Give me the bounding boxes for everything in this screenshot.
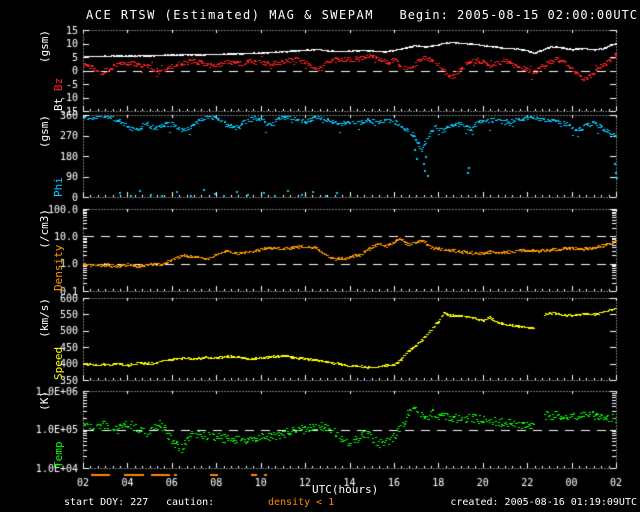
ylabel-bt-bz: Bt Bz: [52, 30, 65, 111]
ylabel-phi: Phi: [52, 115, 65, 197]
ylabel-speed-text: Speed: [52, 346, 65, 380]
caution-value: density < 1: [268, 497, 335, 508]
ylabel-density-text: Density: [52, 244, 65, 291]
caution-label: caution:: [166, 497, 215, 508]
created-timestamp: created: 2005-08-16 01:19:09UTC: [450, 497, 637, 508]
start-doy-label: start DOY: 227: [64, 497, 149, 508]
begin-timestamp: Begin: 2005-08-15 02:00:00UTC: [399, 8, 638, 22]
ylabel-phi-unit: (gsm): [38, 115, 51, 149]
ylabel-bt-bz-unit: (gsm): [38, 30, 51, 64]
ylabel-bz: Bz: [52, 77, 65, 92]
plot-canvas: [0, 0, 640, 512]
x-axis-label: UTC(hours): [312, 483, 379, 496]
ylabel-temp-unit: (K): [38, 391, 51, 411]
ylabel-temp-text: Temp: [52, 441, 65, 469]
ylabel-phi-text: Phi: [52, 177, 65, 197]
ylabel-speed-unit: (km/s): [38, 298, 51, 338]
ace-rtsw-plot-screen: ACE RTSW (Estimated) MAG & SWEPAM Begin:…: [0, 0, 640, 512]
ylabel-speed: Speed: [52, 298, 65, 380]
ylabel-density: Density: [52, 209, 65, 291]
page-title: ACE RTSW (Estimated) MAG & SWEPAM: [86, 8, 374, 22]
ylabel-density-unit: (/cm3): [38, 209, 51, 249]
ylabel-temp: Temp: [52, 391, 65, 469]
ylabel-bt: Bt: [52, 91, 65, 111]
